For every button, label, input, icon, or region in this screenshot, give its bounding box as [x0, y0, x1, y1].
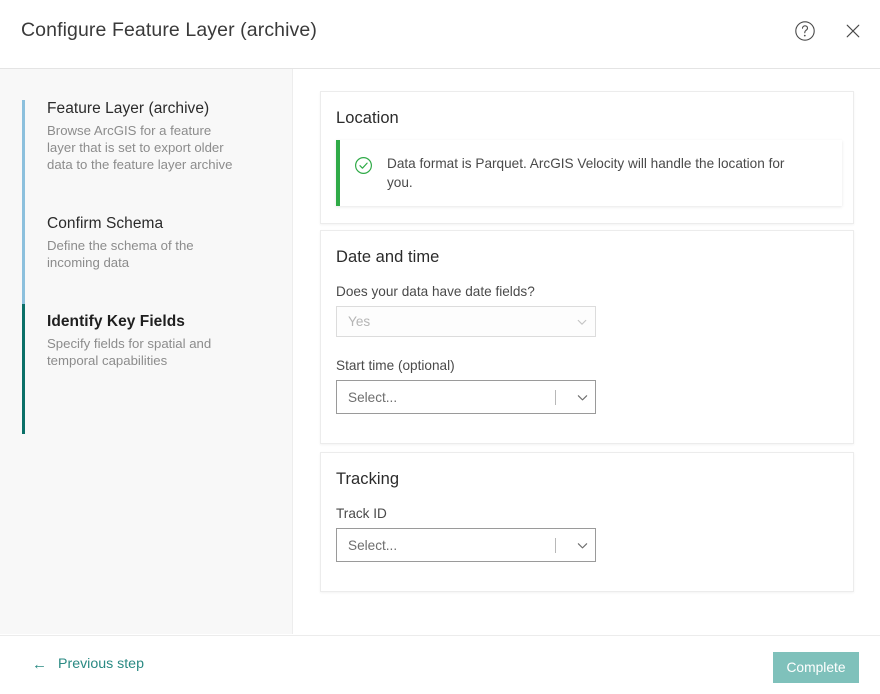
date-and-time-card-title: Date and time — [336, 248, 439, 267]
step-title: Feature Layer (archive) — [47, 100, 275, 118]
arrow-left-icon: ← — [32, 657, 47, 672]
help-circle-icon[interactable] — [792, 18, 818, 44]
close-icon[interactable] — [840, 18, 866, 44]
date-fields-value: Yes — [337, 314, 569, 329]
complete-button-label: Complete — [786, 660, 845, 675]
track-id-group: Track ID Select... — [336, 506, 596, 562]
step-indicator-bar — [22, 205, 25, 305]
tracking-card-title: Tracking — [336, 470, 399, 489]
step-description: Specify fields for spatial and temporal … — [47, 335, 239, 369]
check-circle-icon — [354, 156, 373, 180]
start-time-select[interactable]: Select... — [336, 380, 596, 414]
page-title: Configure Feature Layer (archive) — [21, 19, 317, 42]
tracking-card: Tracking Track ID Select... — [320, 452, 854, 592]
dialog-body: Feature Layer (archive) Browse ArcGIS fo… — [0, 69, 880, 634]
header-actions — [792, 18, 866, 44]
start-time-label: Start time (optional) — [336, 358, 596, 373]
start-time-value: Select... — [337, 390, 555, 405]
step-description: Define the schema of the incoming data — [47, 237, 239, 271]
step-description: Browse ArcGIS for a feature layer that i… — [47, 122, 239, 173]
step-list: Feature Layer (archive) Browse ArcGIS fo… — [0, 69, 293, 369]
date-and-time-card: Date and time Does your data have date f… — [320, 230, 854, 444]
main-content: Location Data format is Parquet. ArcGIS … — [294, 69, 880, 634]
location-status-text: Data format is Parquet. ArcGIS Velocity … — [387, 154, 807, 192]
step-title: Identify Key Fields — [47, 313, 275, 331]
start-time-group: Start time (optional) Select... — [336, 358, 596, 414]
date-fields-select[interactable]: Yes — [336, 306, 596, 337]
location-card: Location Data format is Parquet. ArcGIS … — [320, 91, 854, 224]
chevron-down-icon — [569, 316, 595, 328]
step-title: Confirm Schema — [47, 215, 275, 233]
select-separator — [555, 390, 556, 405]
track-id-select[interactable]: Select... — [336, 528, 596, 562]
chevron-down-icon — [569, 539, 595, 552]
step-indicator-bar — [22, 304, 25, 434]
previous-step-button[interactable]: ← Previous step — [32, 656, 144, 672]
steps-sidebar: Feature Layer (archive) Browse ArcGIS fo… — [0, 69, 293, 634]
sidebar-step-identify-key-fields[interactable]: Identify Key Fields Specify fields for s… — [0, 313, 293, 369]
sidebar-step-feature-layer-archive[interactable]: Feature Layer (archive) Browse ArcGIS fo… — [0, 100, 293, 173]
track-id-label: Track ID — [336, 506, 596, 521]
chevron-down-icon — [569, 391, 595, 404]
track-id-value: Select... — [337, 538, 555, 553]
configure-feature-layer-dialog: Configure Feature Layer (archive) — [0, 0, 880, 694]
date-fields-group: Does your data have date fields? Yes — [336, 284, 596, 337]
location-status-notice: Data format is Parquet. ArcGIS Velocity … — [336, 140, 842, 206]
dialog-header: Configure Feature Layer (archive) — [0, 0, 880, 69]
select-separator — [555, 538, 556, 553]
sidebar-step-confirm-schema[interactable]: Confirm Schema Define the schema of the … — [0, 215, 293, 271]
complete-button[interactable]: Complete — [773, 652, 859, 683]
step-indicator-bar — [22, 100, 25, 222]
date-fields-label: Does your data have date fields? — [336, 284, 596, 299]
location-card-title: Location — [336, 109, 399, 128]
previous-step-label: Previous step — [58, 656, 144, 672]
